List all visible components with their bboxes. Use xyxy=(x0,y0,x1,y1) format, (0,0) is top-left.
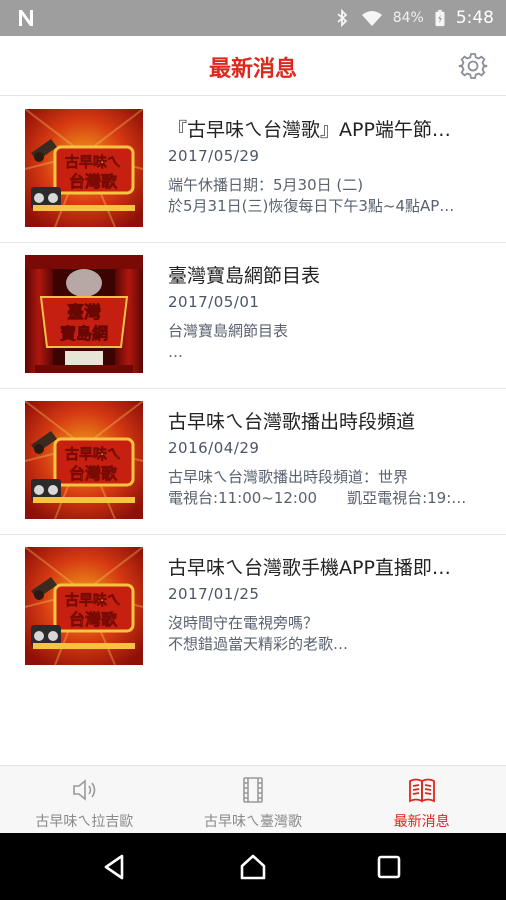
news-thumbnail: 臺灣 寶島網 xyxy=(25,255,143,373)
thumb-caption-bottom: 台灣歌 xyxy=(69,464,118,483)
news-snippet-line: 電視台:11:00~12:00 凱亞電視台:19:… xyxy=(168,489,467,507)
news-title: 臺灣寶島網節目表 xyxy=(168,265,321,287)
battery-percent: 84% xyxy=(392,10,424,26)
battery-icon xyxy=(435,9,445,27)
news-thumbnail: 古早味ㄟ 台灣歌 xyxy=(25,547,143,665)
news-list: 古早味ㄟ 台灣歌 『古早味ㄟ台灣歌』APP端午節… 2017/05/29 端午休… xyxy=(0,97,506,681)
tab-label: 古早味ㄟ臺灣歌 xyxy=(204,814,302,830)
tab-label: 最新消息 xyxy=(393,814,450,830)
film-icon xyxy=(243,777,263,803)
tab-news[interactable]: 最新消息 xyxy=(337,766,506,833)
news-title: 古早味ㄟ台灣歌手機APP直播即… xyxy=(168,557,451,579)
status-bar: 84% 5:48 xyxy=(0,0,506,36)
thumb-caption-bottom: 寶島網 xyxy=(60,324,108,343)
news-thumbnail: 古早味ㄟ 台灣歌 xyxy=(25,401,143,519)
news-snippet: 古早味ㄟ台灣歌播出時段頻道：世界 電視台:11:00~12:00 凱亞電視台:1… xyxy=(168,467,486,509)
news-item[interactable]: 古早味ㄟ 台灣歌 『古早味ㄟ台灣歌』APP端午節… 2017/05/29 端午休… xyxy=(0,97,506,243)
thumb-caption-top: 古早味ㄟ xyxy=(65,592,121,609)
app-header: 最新消息 xyxy=(0,36,506,96)
song-logo-image: 古早味ㄟ 台灣歌 xyxy=(25,401,143,519)
news-snippet: 端午休播日期：5月30日 (二) 於5月31日(三)恢復每日下午3點~4點AP… xyxy=(168,175,486,217)
news-snippet: 沒時間守在電視旁嗎？ 不想錯過當天精彩的老歌… xyxy=(168,613,486,655)
news-snippet-line: 古早味ㄟ台灣歌播出時段頻道：世界 xyxy=(168,468,409,486)
news-date: 2017/05/01 xyxy=(168,293,260,311)
home-icon[interactable] xyxy=(237,851,269,883)
book-icon xyxy=(408,778,435,803)
news-date: 2017/05/29 xyxy=(168,147,260,165)
news-thumbnail: 古早味ㄟ 台灣歌 xyxy=(25,109,143,227)
news-snippet-line: … xyxy=(168,343,183,361)
song-logo-image: 古早味ㄟ 台灣歌 xyxy=(25,109,143,227)
news-title: 『古早味ㄟ台灣歌』APP端午節… xyxy=(168,119,451,141)
news-date: 2016/04/29 xyxy=(168,439,260,457)
song-logo-image: 古早味ㄟ 台灣歌 xyxy=(25,547,143,665)
page-title: 最新消息 xyxy=(208,57,297,82)
wifi-icon xyxy=(361,11,382,26)
n-notification-icon xyxy=(19,10,33,26)
news-date: 2017/01/25 xyxy=(168,585,260,603)
tab-radio[interactable]: 古早味ㄟ拉吉歐 xyxy=(0,766,169,833)
news-snippet-line: 端午休播日期：5月30日 (二) xyxy=(168,176,364,194)
news-item[interactable]: 臺灣 寶島網 臺灣寶島網節目表 2017/05/01 台灣寶島網節目表 … xyxy=(0,243,506,389)
back-icon[interactable] xyxy=(98,851,130,883)
status-time: 5:48 xyxy=(455,8,494,28)
news-snippet-line: 沒時間守在電視旁嗎？ xyxy=(168,614,319,632)
news-item[interactable]: 古早味ㄟ 台灣歌 古早味ㄟ台灣歌手機APP直播即… 2017/01/25 沒時間… xyxy=(0,535,506,681)
news-item[interactable]: 古早味ㄟ 台灣歌 古早味ㄟ台灣歌播出時段頻道 2016/04/29 古早味ㄟ台灣… xyxy=(0,389,506,535)
tab-label: 古早味ㄟ拉吉歐 xyxy=(35,814,134,830)
news-snippet-line: 台灣寶島網節目表 xyxy=(168,322,289,340)
recent-apps-icon[interactable] xyxy=(373,851,405,883)
news-title: 古早味ㄟ台灣歌播出時段頻道 xyxy=(168,411,416,433)
news-snippet-line: 於5月31日(三)恢復每日下午3點~4點AP… xyxy=(168,197,455,215)
thumb-caption-bottom: 台灣歌 xyxy=(69,610,118,629)
bluetooth-icon xyxy=(337,9,348,27)
news-snippet: 台灣寶島網節目表 … xyxy=(168,321,486,363)
system-nav-bar xyxy=(0,833,506,900)
thumb-caption-top: 古早味ㄟ xyxy=(65,446,121,463)
news-snippet-line: 不想錯過當天精彩的老歌… xyxy=(168,635,349,653)
speaker-icon xyxy=(73,779,96,801)
bottom-tab-bar: 古早味ㄟ拉吉歐 古早味ㄟ臺灣歌 最新消息 xyxy=(0,765,506,833)
treasure-island-logo-image: 臺灣 寶島網 xyxy=(25,255,143,373)
tab-songs[interactable]: 古早味ㄟ臺灣歌 xyxy=(169,766,338,833)
thumb-caption-bottom: 台灣歌 xyxy=(69,172,118,191)
thumb-caption-top: 古早味ㄟ xyxy=(65,154,121,171)
screen: 84% 5:48 最新消息 古早味ㄟ 台灣歌 『古早味ㄟ台灣歌』APP端午節… … xyxy=(0,0,506,900)
gear-icon[interactable] xyxy=(458,51,488,81)
thumb-caption-top: 臺灣 xyxy=(67,302,101,323)
